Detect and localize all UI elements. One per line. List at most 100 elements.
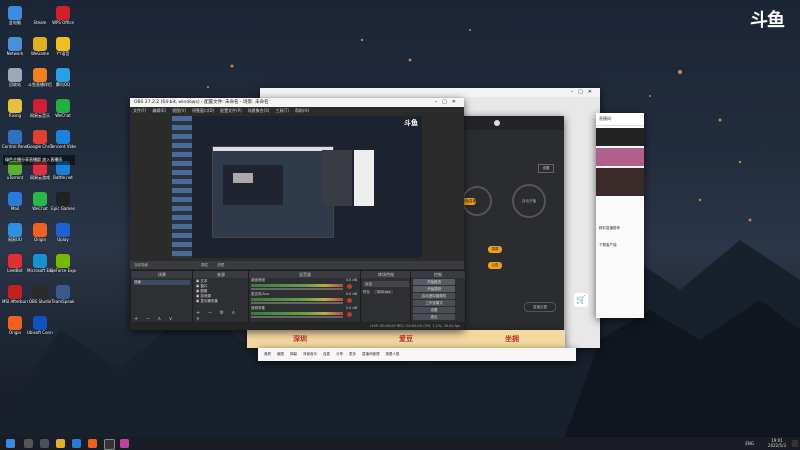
scenes-list[interactable]: 场景 — [131, 278, 193, 287]
volume-slider[interactable] — [251, 288, 343, 290]
mixer-tracks[interactable]: 桌面音频 0.0 dB 麦克风/Aux 0.0 dB 音频采集 0.0 dB — [249, 278, 361, 320]
desktop-icon[interactable]: Epic Games — [50, 192, 76, 211]
cart-icon[interactable]: 🛒 — [574, 293, 588, 307]
room-thumb-2[interactable] — [596, 148, 644, 166]
obs-menu-item[interactable]: 编辑(E) — [152, 108, 166, 113]
douyu-taskbar-icon[interactable] — [88, 439, 97, 448]
obs-menu-item[interactable]: 视图(V) — [172, 108, 186, 113]
panel-tag-record[interactable]: 录屏 — [488, 246, 502, 253]
obs-menu-item[interactable]: 场景集合(S) — [248, 108, 270, 113]
scene-item[interactable]: 场景 — [134, 280, 190, 285]
obs-preview[interactable]: 斗鱼 — [172, 116, 422, 258]
explorer-icon[interactable] — [56, 439, 65, 448]
transition-select[interactable]: 淡出 — [363, 281, 409, 287]
toolbar-item[interactable]: 分享 — [336, 348, 343, 361]
mute-icon[interactable] — [347, 298, 352, 303]
desktop-icon[interactable]: TeamSpeak — [50, 285, 76, 304]
obs-control-button[interactable]: 工作室模式 — [413, 300, 455, 306]
desktop-icon[interactable]: MSI Afterburner — [2, 285, 28, 304]
obs-menu-item[interactable]: 文件(F) — [133, 108, 146, 113]
promo-label[interactable]: 爱豆 — [399, 330, 413, 348]
room-thumb-3[interactable] — [596, 168, 644, 196]
promo-label[interactable]: 坐拥 — [505, 330, 519, 348]
obs-control-button[interactable]: 设置 — [413, 307, 455, 313]
mixer-track[interactable]: 桌面音频 0.0 dB — [249, 278, 361, 292]
panel-start-button[interactable]: 开始直播 — [462, 198, 476, 205]
obs-control-button[interactable]: 开始推流 — [413, 279, 455, 285]
obs-titlebar[interactable]: OBS 27.2.2 (64-bit, windows) - 配置文件: 未命名… — [130, 98, 464, 107]
obs-control-button[interactable]: 启动虚拟摄像机 — [413, 293, 455, 299]
desktop-icon[interactable]: 回收站 — [2, 68, 28, 87]
mute-icon[interactable] — [347, 312, 352, 317]
sources-list[interactable]: ▣ 文本 ▣ 窗口 ▣ 图像 ▣ 游戏源 ▣ 显示器采集 — [193, 278, 249, 305]
app-taskbar-icon[interactable] — [120, 439, 129, 448]
toolbar-item[interactable]: 背景音乐 — [303, 348, 317, 361]
clock[interactable]: 19:01 2022/5/3 — [768, 438, 786, 448]
desktop-icon[interactable]: Tencent Video — [50, 130, 76, 149]
desktop-icon[interactable]: 此电脑 — [2, 6, 28, 25]
promo-banner[interactable]: 深圳 爱豆 坐拥 — [247, 330, 565, 348]
live-companion-panel[interactable]: 设置 自动开播 开始直播 录屏 公告 直播设置 — [458, 116, 564, 330]
desktop-icon[interactable]: GeForce Experience — [50, 254, 76, 273]
toolbar-item[interactable]: 更多 — [349, 348, 356, 361]
room-thumb-1[interactable] — [596, 128, 644, 146]
desktop-icon[interactable]: Control Panel — [2, 130, 28, 149]
desktop-icon[interactable]: Origin — [2, 316, 28, 335]
toolbar-item[interactable]: 弹幕 — [290, 348, 297, 361]
properties-button[interactable]: 属性 — [201, 263, 208, 267]
panel-circle-2[interactable]: 自动开播 — [512, 184, 546, 218]
task-view-icon[interactable] — [40, 439, 49, 448]
toolbar-item[interactable]: 连麦 — [323, 348, 330, 361]
mixer-track[interactable]: 麦克风/Aux 0.0 dB — [249, 292, 361, 306]
mute-icon[interactable] — [347, 284, 352, 289]
obs-menu-item[interactable]: 工具(T) — [275, 108, 289, 113]
avatar[interactable] — [494, 120, 500, 126]
obs-menu-item[interactable]: 帮助(H) — [295, 108, 309, 113]
obs-control-button[interactable]: 开始录制 — [413, 286, 455, 292]
desktop-icon[interactable]: Rising — [2, 99, 28, 118]
toolbar-item[interactable]: 直播间管理 — [362, 348, 380, 361]
desktop-icon[interactable]: Ubisoft Connect — [27, 316, 53, 335]
search-icon[interactable] — [24, 439, 33, 448]
desktop-icon[interactable]: WeChat — [50, 99, 76, 118]
toolbar-item[interactable]: 观看人数 — [386, 348, 400, 361]
panel-settings-button[interactable]: 直播设置 — [524, 302, 556, 312]
back-window-titlebar[interactable]: –▢✕ — [260, 88, 600, 97]
notification-icon[interactable] — [792, 440, 798, 447]
promo-label[interactable]: 深圳 — [293, 330, 307, 348]
desktop-icon[interactable]: WPS Office — [50, 6, 76, 25]
mixer-track-db: 0.0 dB — [345, 278, 357, 282]
desktop-icon[interactable]: Network — [2, 37, 28, 56]
window-controls[interactable]: –▢✕ — [571, 88, 597, 97]
edge-icon[interactable] — [72, 439, 81, 448]
source-controls[interactable]: + − ⚙ ∧ ∨ — [196, 310, 249, 322]
obs-menubar[interactable]: 文件(F) 编辑(E) 视图(V) 停靠窗口(D) 配置文件(P) 场景集合(S) 工具(T… — [130, 107, 464, 115]
desktop-icon[interactable]: Mail — [2, 192, 28, 211]
panel-tag-setting[interactable]: 设置 — [538, 164, 554, 173]
douyu-room-window[interactable]: 直播间 精彩直播推荐 下载客户端 — [596, 113, 644, 318]
obs-control-button[interactable]: 退出 — [413, 314, 455, 320]
panel-tag-notice[interactable]: 公告 — [488, 262, 502, 269]
toolbar-item[interactable]: 美颜 — [264, 348, 271, 361]
toolbar-item[interactable]: 截图 — [277, 348, 284, 361]
filters-button[interactable]: 滤镜 — [217, 263, 224, 267]
source-item[interactable]: ▣ 显示器采集 — [196, 299, 246, 304]
obs-window-controls[interactable]: –▢✕ — [435, 98, 461, 107]
duration-input[interactable]: 300 ms — [374, 290, 394, 294]
obs-menu-item[interactable]: 配置文件(P) — [220, 108, 242, 113]
start-icon[interactable] — [6, 439, 15, 448]
language-indicator[interactable]: ENG — [745, 437, 754, 450]
obs-taskbar-icon[interactable] — [104, 439, 115, 450]
obs-menu-item[interactable]: 停靠窗口(D) — [192, 108, 214, 113]
desktop-icon[interactable]: 腾讯QQ — [50, 68, 76, 87]
mixer-track[interactable]: 音频采集 0.0 dB — [249, 306, 361, 320]
obs-window[interactable]: OBS 27.2.2 (64-bit, windows) - 配置文件: 未命名… — [130, 98, 466, 330]
desktop-icon[interactable]: YY语音 — [50, 37, 76, 56]
live-toolbar[interactable]: 美颜 截图 弹幕 背景音乐 连麦 分享 更多 直播间管理 观看人数 — [258, 348, 576, 361]
desktop-icon[interactable]: 网易UU — [2, 223, 28, 242]
desktop-icon[interactable]: Uplay — [50, 223, 76, 242]
controls-list[interactable]: 开始推流 开始录制 启动虚拟摄像机 工作室模式 设置 退出 — [411, 279, 465, 320]
volume-slider[interactable] — [251, 316, 343, 318]
desktop-icon[interactable]: LeetBot — [2, 254, 28, 273]
volume-slider[interactable] — [251, 302, 343, 304]
